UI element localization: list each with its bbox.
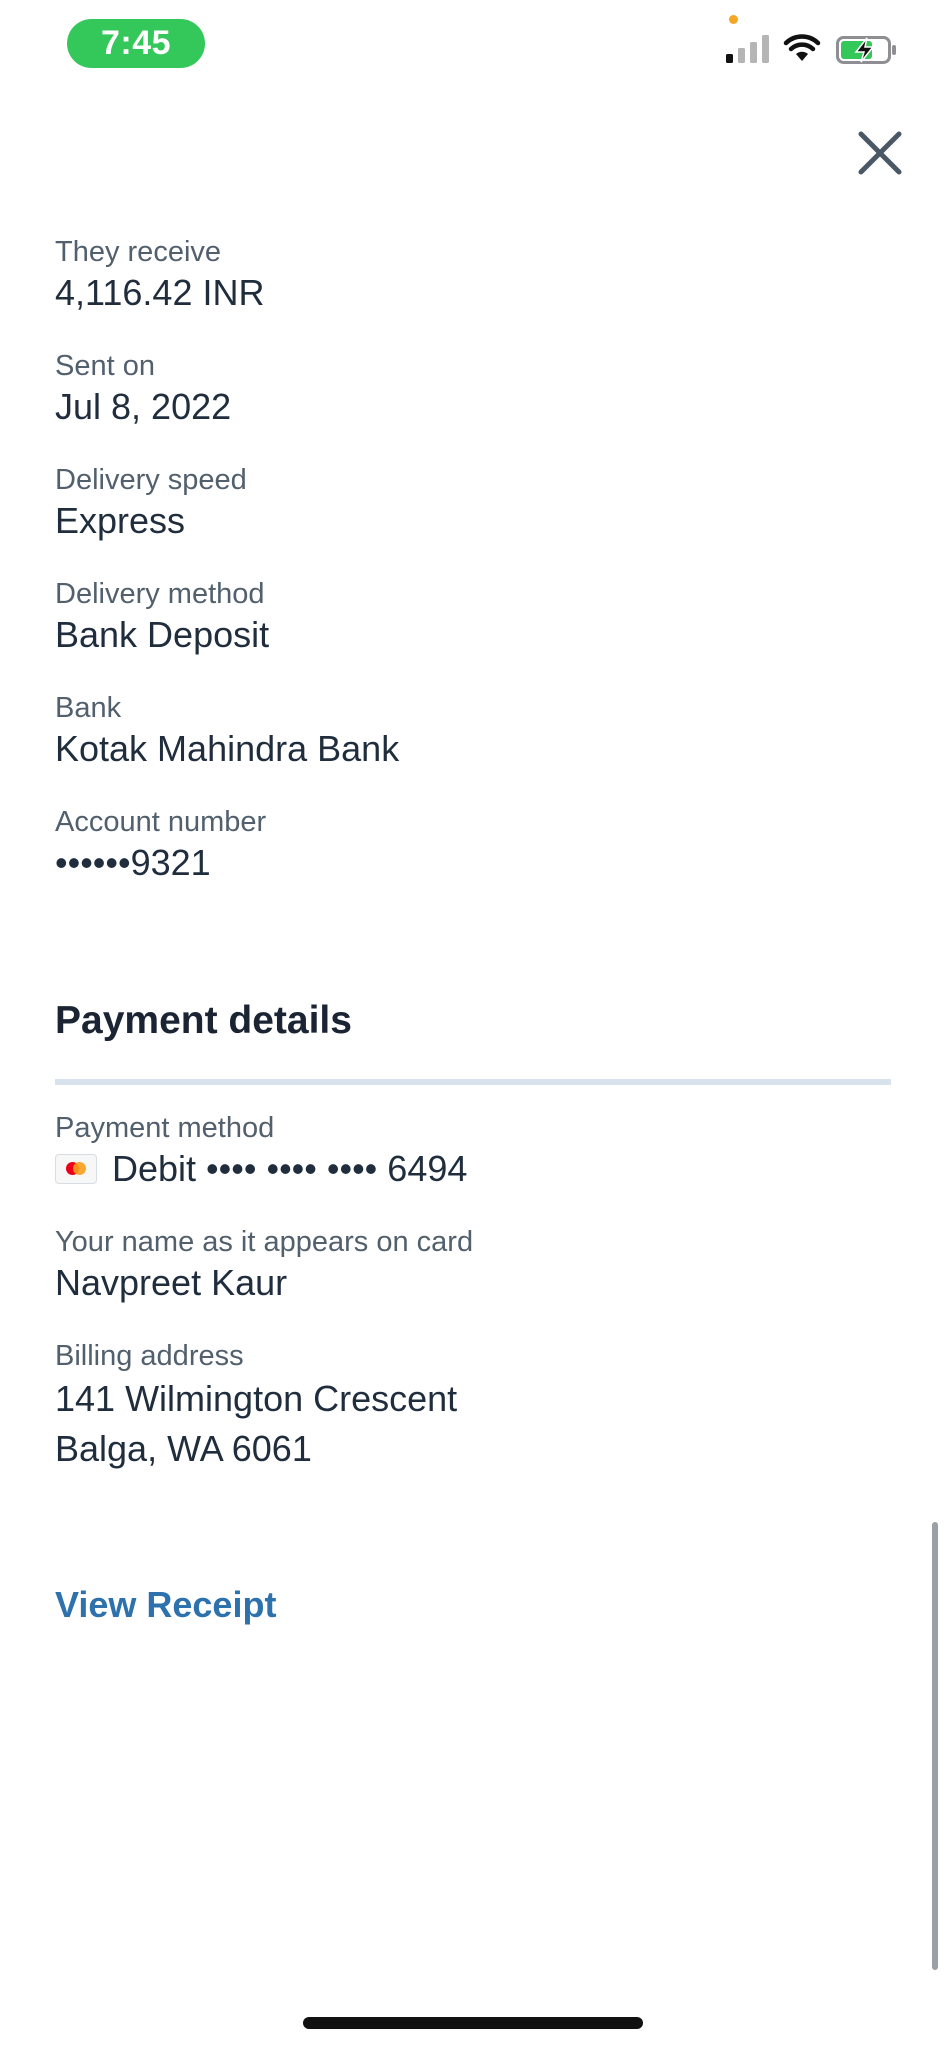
detail-label: They receive — [55, 236, 222, 268]
status-bar: 7:45 — [0, 0, 946, 90]
detail-delivery-method: Delivery method Bank Deposit — [55, 576, 269, 658]
detail-sent-on: Sent on Jul 8, 2022 — [55, 348, 231, 430]
detail-value: Jul 8, 2022 — [55, 386, 232, 427]
detail-bank: Bank Kotak Mahindra Bank — [55, 690, 399, 772]
section-divider — [55, 1079, 891, 1085]
detail-they-receive: They receive 4,116.42 INR — [55, 234, 264, 316]
detail-delivery-speed: Delivery speed Express — [55, 462, 247, 544]
detail-label: Delivery speed — [55, 464, 247, 496]
view-receipt-link[interactable]: View Receipt — [55, 1582, 276, 1628]
payment-method-row: Debit •••• •••• •••• 6494 — [55, 1146, 467, 1192]
detail-cardholder-name: Your name as it appears on card Navpreet… — [55, 1224, 473, 1306]
close-icon[interactable] — [852, 125, 908, 181]
payment-method-value: Debit •••• •••• •••• 6494 — [112, 1148, 468, 1189]
battery-charging-icon — [836, 36, 896, 64]
detail-label: Delivery method — [55, 578, 265, 610]
privacy-indicator-dot — [729, 15, 738, 24]
signal-icon — [726, 35, 769, 63]
detail-label: Payment method — [55, 1112, 275, 1144]
detail-label: Sent on — [55, 350, 155, 382]
detail-label: Your name as it appears on card — [55, 1226, 474, 1258]
status-time: 7:45 — [67, 19, 205, 68]
wifi-icon — [783, 34, 821, 61]
detail-label: Account number — [55, 806, 267, 838]
detail-value: ••••••9321 — [55, 842, 211, 883]
home-indicator[interactable] — [303, 2017, 643, 2029]
billing-address-line2: Balga, WA 6061 — [55, 1428, 312, 1469]
detail-value: Navpreet Kaur — [55, 1262, 288, 1303]
scrollbar[interactable] — [932, 1522, 938, 1970]
detail-value: 4,116.42 INR — [55, 272, 265, 313]
mastercard-icon — [55, 1154, 97, 1184]
detail-payment-method: Payment method Debit •••• •••• •••• 6494 — [55, 1110, 467, 1192]
detail-account-number: Account number ••••••9321 — [55, 804, 266, 886]
detail-label: Billing address — [55, 1340, 244, 1372]
detail-value: Bank Deposit — [55, 614, 270, 655]
detail-billing-address: Billing address 141 Wilmington Crescent … — [55, 1338, 457, 1474]
detail-value: Express — [55, 500, 186, 541]
payment-details-title: Payment details — [55, 999, 352, 1042]
billing-address-line1: 141 Wilmington Crescent — [55, 1378, 458, 1419]
detail-value: Kotak Mahindra Bank — [55, 728, 400, 769]
detail-label: Bank — [55, 692, 122, 724]
